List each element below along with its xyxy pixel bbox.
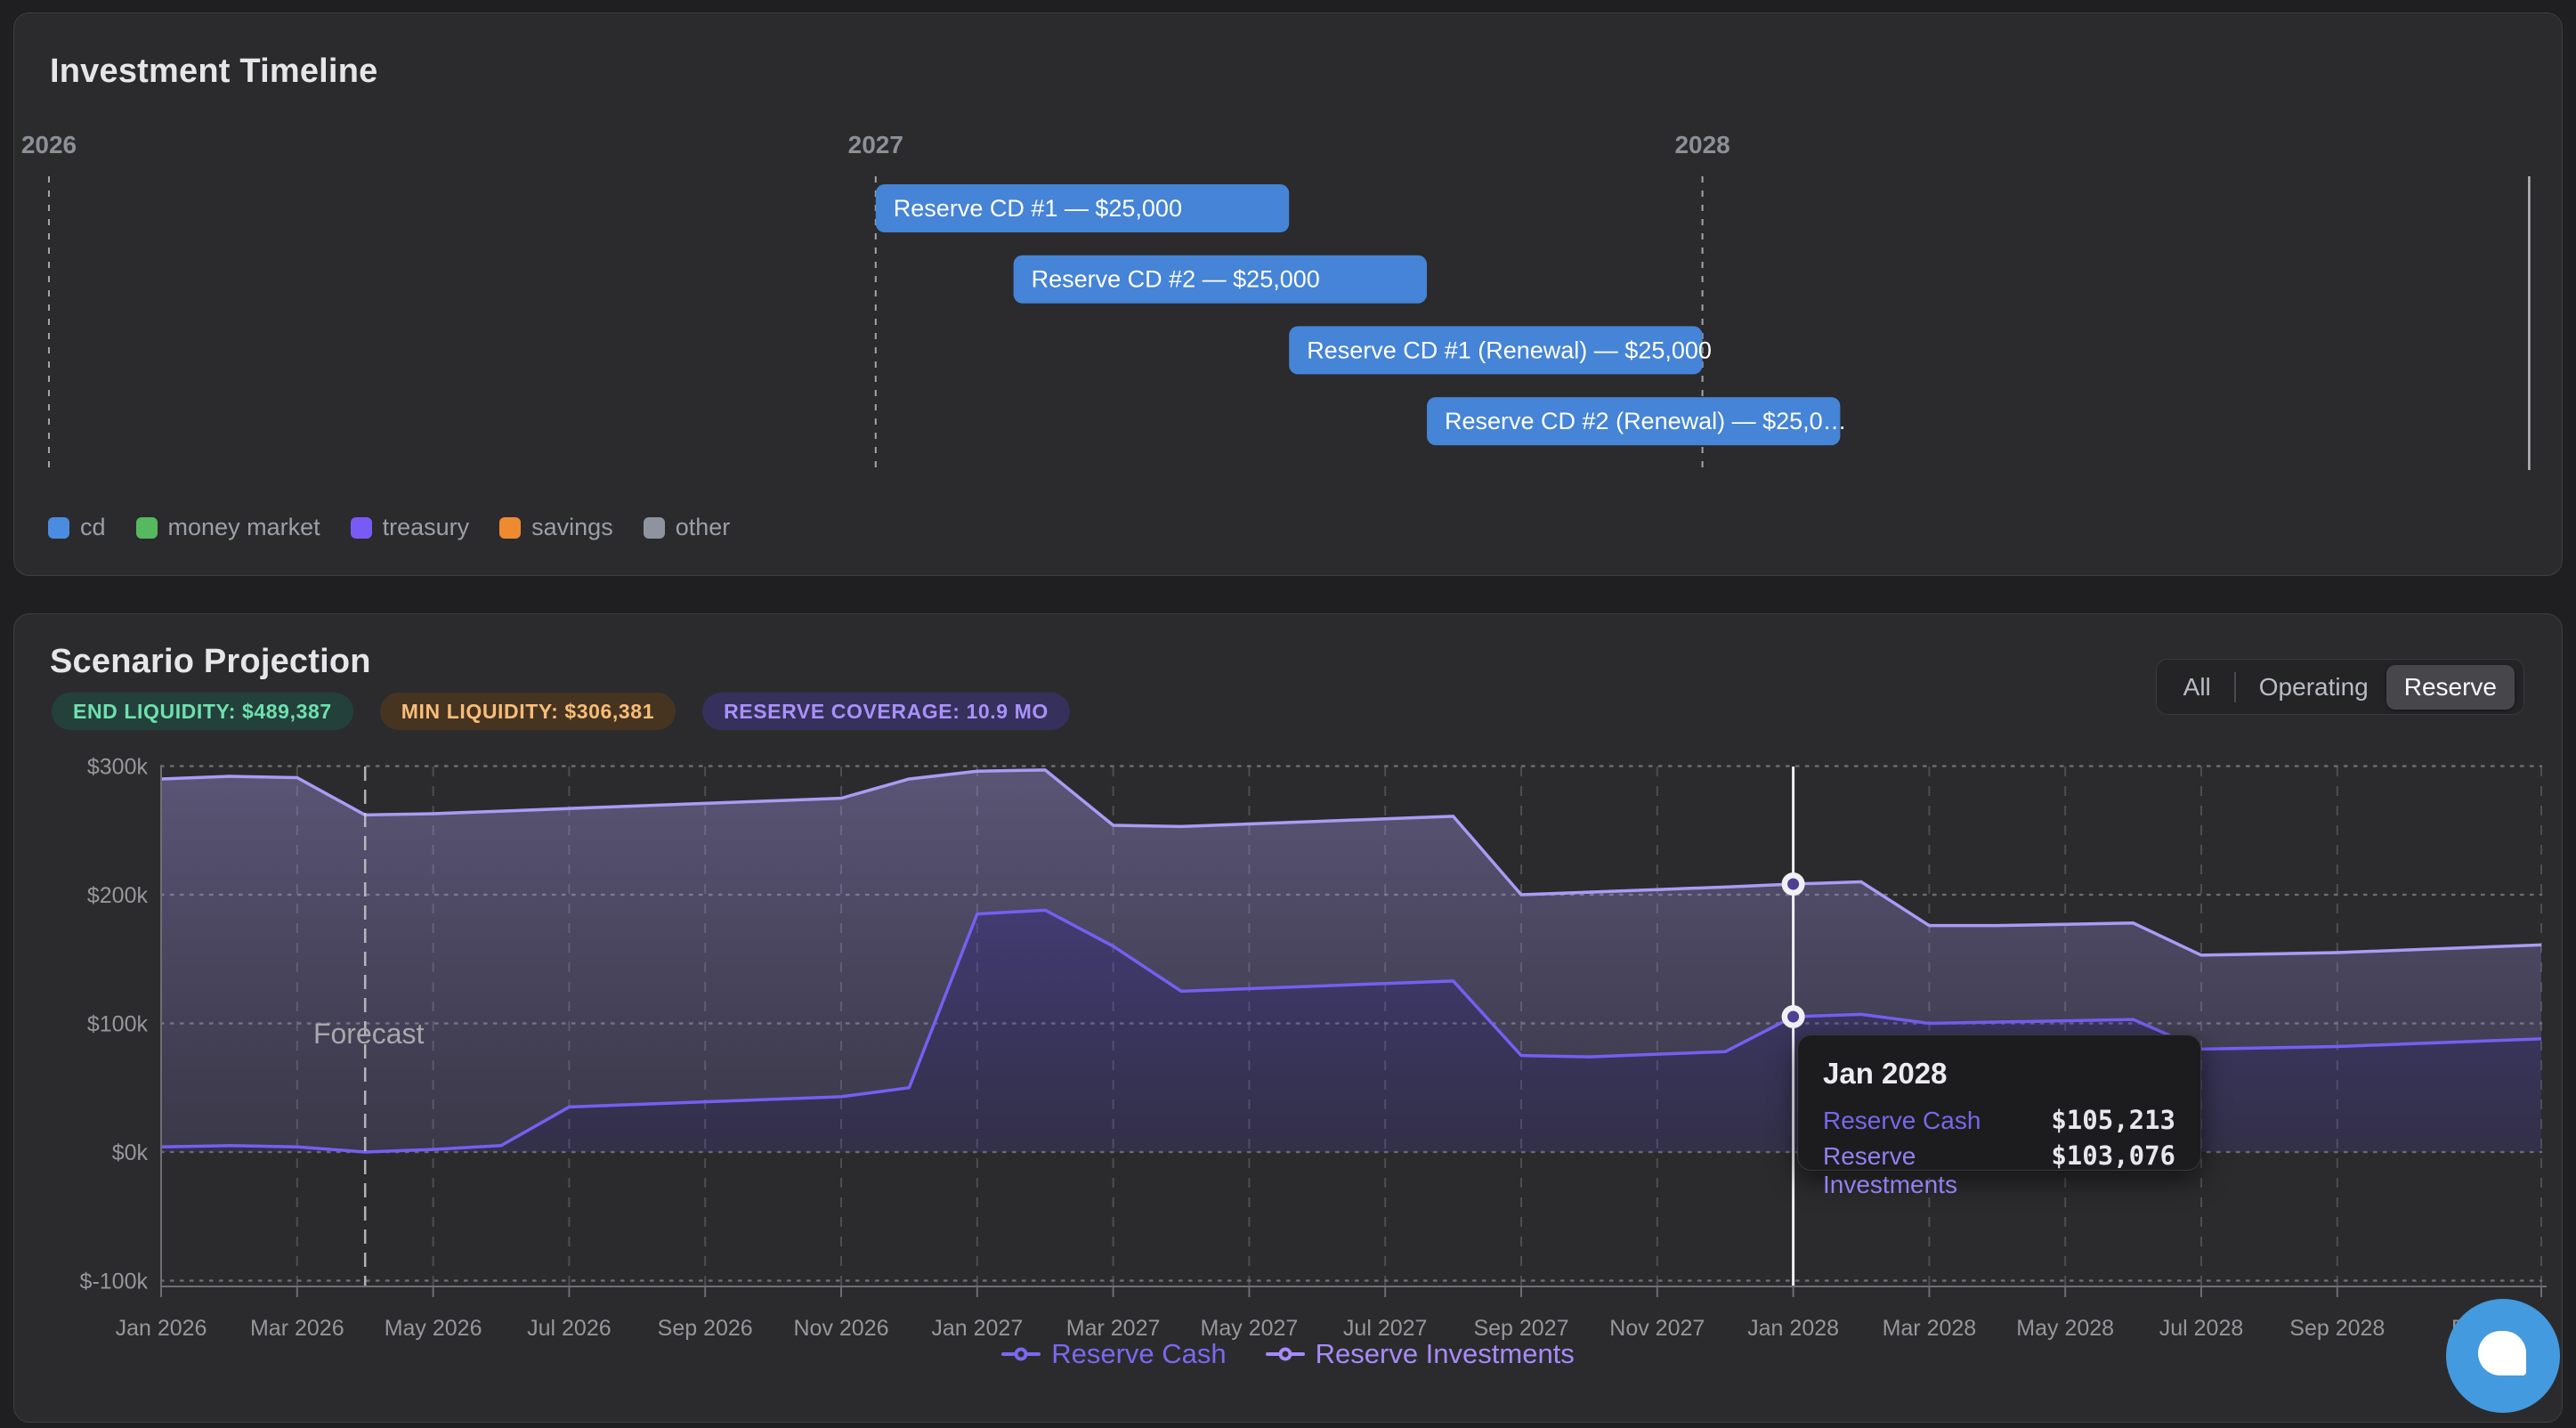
liquidity-badge: RESERVE COVERAGE: 10.9 MO [702,693,1070,730]
timeline-legend-item[interactable]: other [644,514,731,541]
treasury-swatch-icon [351,517,372,539]
tooltip-series-value: $105,213 [2051,1105,2175,1135]
money-market-swatch-icon [136,517,158,539]
timeline-legend: cd money market treasury savings other [48,514,730,541]
projection-legend-label: Reserve Cash [1051,1338,1226,1370]
timeline-legend-label: treasury [383,514,470,541]
scenario-projection-panel: Scenario Projection END LIQUIDITY: $489,… [13,613,2563,1423]
liquidity-badge: END LIQUIDITY: $489,387 [52,693,353,730]
tab-operating[interactable]: Operating [2241,665,2386,710]
cd-swatch-icon [48,517,69,539]
timeline-legend-label: cd [80,514,106,541]
savings-swatch-icon [499,517,521,539]
timeline-panel-title: Investment Timeline [50,53,377,91]
line-dot-marker-icon [1001,1346,1041,1362]
tooltip-series-value: $103,076 [2051,1140,2175,1171]
tooltip-row: Reserve Cash $105,213 [1823,1105,2175,1135]
projection-legend: Reserve Cash Reserve Investments [0,1338,2576,1370]
projection-legend-label: Reserve Investments [1316,1338,1575,1370]
timeline-legend-item[interactable]: cd [48,514,106,541]
tooltip-series-label: Reserve Cash [1823,1107,1981,1135]
projection-legend-item[interactable]: Reserve Cash [1001,1338,1226,1370]
projection-legend-item[interactable]: Reserve Investments [1266,1338,1575,1370]
tab-reserve[interactable]: Reserve [2386,665,2515,710]
timeline-legend-label: money market [168,514,320,541]
tooltip-title: Jan 2028 [1823,1057,2175,1091]
liquidity-badges: END LIQUIDITY: $489,387 MIN LIQUIDITY: $3… [52,693,1070,730]
timeline-bar[interactable] [1014,256,1427,304]
tab-all[interactable]: All [2166,665,2229,710]
timeline-legend-item[interactable]: savings [499,514,613,541]
chat-bubble-icon [2478,1331,2526,1375]
scenario-tab-group: All OperatingReserve [2156,659,2524,715]
other-swatch-icon [644,517,665,539]
chat-button[interactable] [2446,1299,2560,1413]
timeline-legend-label: savings [531,514,613,541]
line-dot-marker-icon [1266,1346,1305,1362]
chart-tooltip: Jan 2028 Reserve Cash$105,213Reserve Inv… [1797,1034,2201,1171]
scenario-panel-title: Scenario Projection [50,643,371,681]
timeline-bar[interactable] [1289,326,1702,374]
tab-divider [2234,672,2236,702]
timeline-bar[interactable] [1427,397,1840,445]
timeline-bar[interactable] [876,184,1289,232]
timeline-legend-item[interactable]: money market [136,514,320,541]
liquidity-badge: MIN LIQUIDITY: $306,381 [380,693,676,730]
tooltip-row: Reserve Investments$103,076 [1823,1140,2175,1199]
timeline-legend-item[interactable]: treasury [351,514,470,541]
timeline-legend-label: other [676,514,731,541]
tooltip-series-label: Reserve Investments [1823,1142,2051,1199]
